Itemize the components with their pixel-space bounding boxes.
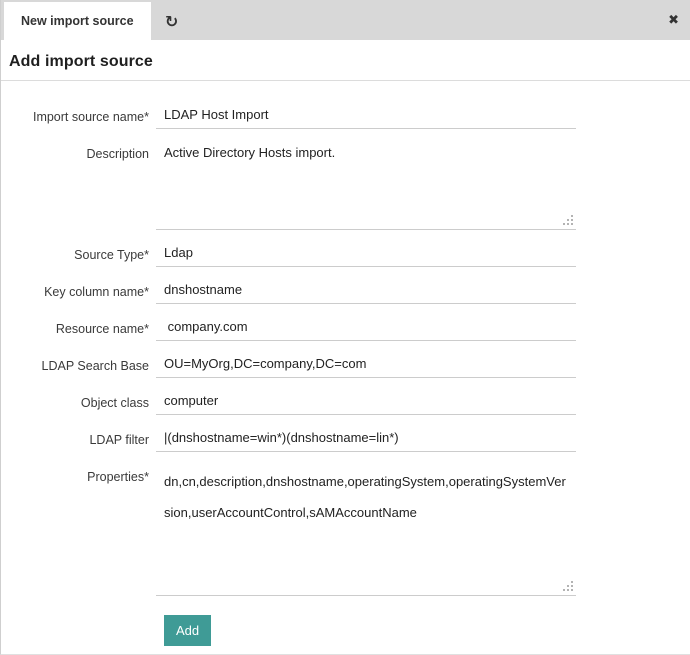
panel-content: Add import source Import source name* De… [1,40,690,646]
form-row-resource-name: Resource name* [1,316,690,341]
field-label: LDAP filter [1,427,149,452]
tab-new-import-source[interactable]: New import source [4,2,151,40]
ldap-search-base-input[interactable] [156,353,576,378]
add-button[interactable]: Add [164,615,211,646]
resource-name-input[interactable] [156,316,576,341]
ldap-filter-input[interactable] [156,427,576,452]
form-row-ldap-search-base: LDAP Search Base [1,353,690,378]
form-row-key-column-name: Key column name* [1,279,690,304]
import-source-name-input[interactable] [156,104,576,129]
form-row-ldap-filter: LDAP filter [1,427,690,452]
field-label: Resource name* [1,316,149,341]
key-column-name-input[interactable] [156,279,576,304]
description-textarea[interactable]: Active Directory Hosts import. [156,141,576,230]
refresh-icon: ↻ [165,12,178,31]
title-divider [1,80,690,81]
field-label: LDAP Search Base [1,353,149,378]
field-label: Description [1,141,149,230]
field-label: Source Type* [1,242,149,267]
source-type-input[interactable] [156,242,576,267]
form-row-properties: Properties* dn,cn,description,dnshostnam… [1,464,690,596]
form-row-object-class: Object class [1,390,690,415]
tab-label: New import source [21,14,134,28]
form-row-description: Description Active Directory Hosts impor… [1,141,690,230]
form-actions: Add [164,615,690,646]
add-import-source-form: Import source name* Description Active D… [1,104,690,646]
properties-textarea[interactable]: dn,cn,description,dnshostname,operatingS… [156,464,576,596]
page-title: Add import source [9,53,690,71]
form-row-source-type: Source Type* [1,242,690,267]
tab-bar: New import source ↻ ✖ [1,0,690,40]
refresh-button[interactable]: ↻ [151,2,193,40]
panel-window: New import source ↻ ✖ Add import source … [0,0,690,655]
field-label: Object class [1,390,149,415]
form-row-import-source-name: Import source name* [1,104,690,129]
field-label: Key column name* [1,279,149,304]
close-button[interactable]: ✖ [668,0,679,40]
resize-grip-icon[interactable] [563,215,574,226]
object-class-input[interactable] [156,390,576,415]
field-label: Properties* [1,464,149,596]
field-label: Import source name* [1,104,149,129]
resize-grip-icon[interactable] [563,581,574,592]
close-icon: ✖ [668,13,679,28]
